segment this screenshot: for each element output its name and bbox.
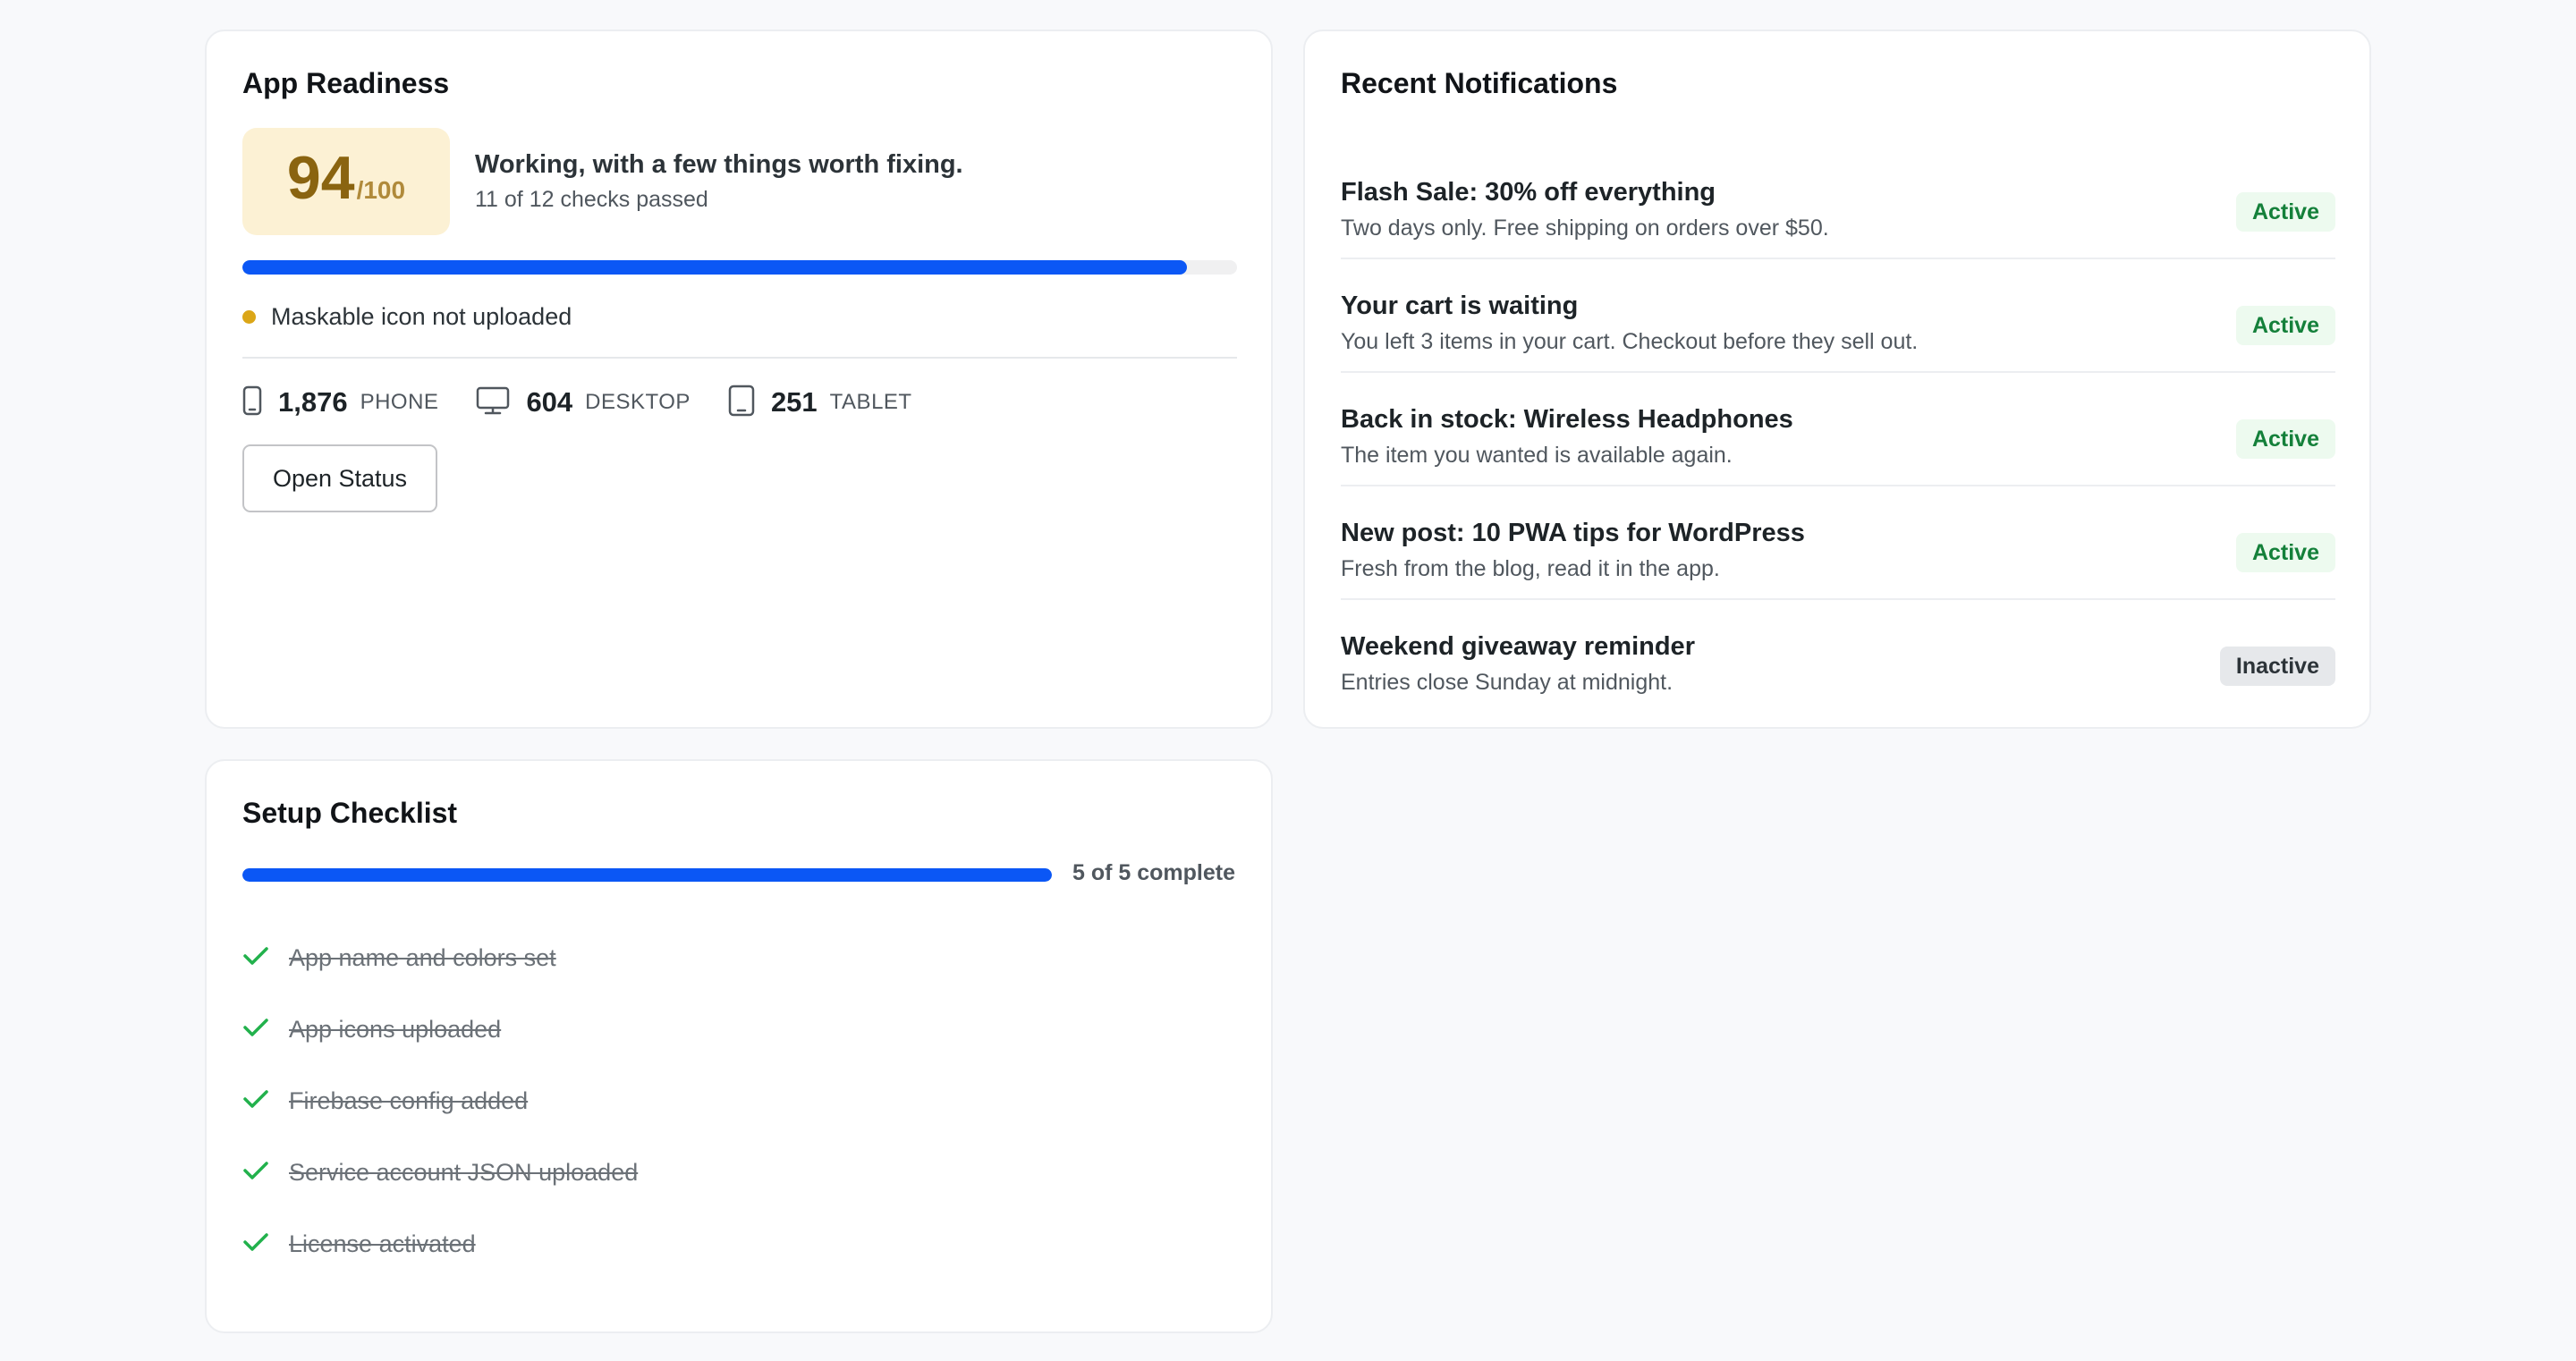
check-icon — [242, 1231, 289, 1257]
phone-count: 1,876 — [278, 386, 348, 418]
status-badge: Active — [2235, 306, 2335, 345]
readiness-score-box: 94 /100 — [242, 128, 450, 235]
notification-body: Entries close Sunday at midnight. — [1341, 670, 1674, 695]
check-icon — [242, 1017, 289, 1043]
readiness-progress-bar — [242, 260, 1237, 275]
recent-notifications-title: Recent Notifications — [1341, 67, 1618, 99]
status-badge: Active — [2235, 419, 2335, 459]
setup-checklist-card: Setup Checklist 5 of 5 complete App name… — [205, 759, 1273, 1333]
notification-body: Two days only. Free shipping on orders o… — [1341, 216, 1829, 241]
notification-item[interactable]: Weekend giveaway reminder Entries close … — [1341, 600, 2335, 714]
checklist-item: App icons uploaded — [242, 993, 638, 1065]
readiness-issue: Maskable icon not uploaded — [242, 303, 572, 331]
notification-list: Flash Sale: 30% off everything Two days … — [1341, 146, 2335, 714]
device-stat-desktop: 604 DESKTOP — [476, 386, 691, 419]
setup-checklist-title: Setup Checklist — [242, 797, 458, 829]
desktop-count: 604 — [526, 386, 573, 418]
readiness-divider — [242, 357, 1237, 359]
checklist-item: App name and colors set — [242, 922, 638, 993]
checklist-progress-bar — [242, 868, 1052, 882]
checklist-item-label: Firebase config added — [289, 1086, 529, 1114]
open-status-button[interactable]: Open Status — [242, 444, 437, 512]
notification-title: Back in stock: Wireless Headphones — [1341, 405, 1793, 434]
checklist-item-label: Service account JSON uploaded — [289, 1158, 639, 1186]
device-stat-phone: 1,876 PHONE — [242, 385, 438, 420]
notification-title: New post: 10 PWA tips for WordPress — [1341, 519, 1805, 547]
readiness-progress-fill — [242, 260, 1188, 275]
notification-title: Weekend giveaway reminder — [1341, 632, 1695, 661]
warning-dot-icon — [242, 310, 256, 324]
notification-body: The item you wanted is available again. — [1341, 443, 1733, 468]
device-stat-tablet: 251 TABLET — [728, 385, 912, 421]
status-badge: Active — [2235, 533, 2335, 572]
notification-title: Flash Sale: 30% off everything — [1341, 178, 1716, 207]
phone-icon — [242, 385, 278, 420]
check-icon — [242, 1160, 289, 1186]
readiness-score-max: /100 — [356, 176, 406, 204]
checklist-item-label: App icons uploaded — [289, 1015, 502, 1043]
notification-body: Fresh from the blog, read it in the app. — [1341, 556, 1720, 581]
app-readiness-title: App Readiness — [242, 67, 450, 99]
notification-item[interactable]: Your cart is waiting You left 3 items in… — [1341, 259, 2335, 373]
tablet-icon — [728, 385, 771, 421]
readiness-issue-text: Maskable icon not uploaded — [271, 303, 572, 330]
tablet-count: 251 — [770, 386, 818, 418]
notification-body: You left 3 items in your cart. Checkout … — [1341, 329, 1919, 354]
checklist: App name and colors set App icons upload… — [242, 922, 638, 1280]
desktop-icon — [476, 386, 526, 419]
check-icon — [242, 1088, 289, 1114]
status-badge: Inactive — [2219, 647, 2335, 686]
readiness-checks-summary: 11 of 12 checks passed — [475, 187, 708, 212]
readiness-headline: Working, with a few things worth fixing. — [475, 150, 963, 179]
recent-notifications-card: Recent Notifications Flash Sale: 30% off… — [1303, 30, 2371, 729]
checklist-item: Firebase config added — [242, 1065, 638, 1137]
notification-title: Your cart is waiting — [1341, 292, 1579, 320]
checklist-item-label: License activated — [289, 1230, 476, 1257]
notification-item[interactable]: New post: 10 PWA tips for WordPress Fres… — [1341, 486, 2335, 600]
checklist-item: Service account JSON uploaded — [242, 1137, 638, 1208]
tablet-label: TABLET — [829, 390, 912, 414]
checklist-count: 5 of 5 complete — [1072, 860, 1235, 885]
check-icon — [242, 945, 289, 971]
checklist-item: License activated — [242, 1208, 638, 1280]
device-stats: 1,876 PHONE 604 DESKTOP 251 TABLET — [242, 382, 950, 423]
phone-label: PHONE — [360, 390, 439, 414]
app-readiness-card: App Readiness 94 /100 Working, with a fe… — [205, 30, 1273, 729]
checklist-item-label: App name and colors set — [289, 943, 556, 971]
checklist-progress-fill — [242, 868, 1052, 882]
status-badge: Active — [2235, 192, 2335, 232]
notification-item[interactable]: Back in stock: Wireless Headphones The i… — [1341, 373, 2335, 486]
readiness-score: 94 — [286, 144, 355, 212]
notification-item[interactable]: Flash Sale: 30% off everything Two days … — [1341, 146, 2335, 259]
desktop-label: DESKTOP — [585, 390, 691, 414]
